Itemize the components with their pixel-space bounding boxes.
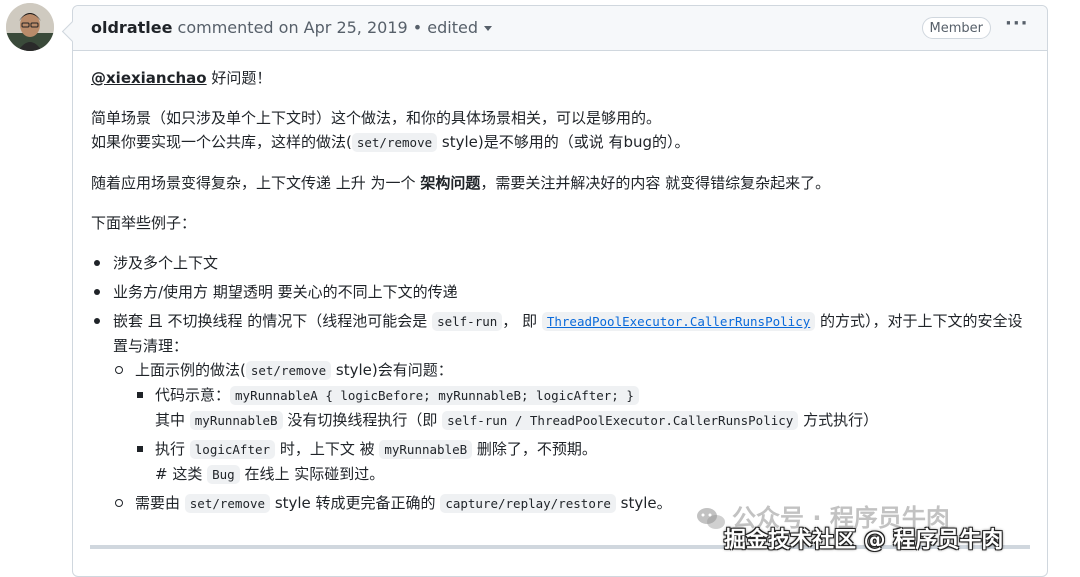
avatar[interactable] xyxy=(6,3,54,51)
inline-code: set/remove xyxy=(245,361,332,380)
divider xyxy=(90,545,1030,549)
list-item: 嵌套 且 不切换线程 的情况下（线程池可能会是 self-run， 即 Thre… xyxy=(91,309,1031,516)
text: style 转成更完备正确的 xyxy=(270,494,441,512)
sub-sub-list-item: 代码示意： myRunnableA { logicBefore; myRunnab… xyxy=(135,383,1031,433)
example-list: 涉及多个上下文 业务方/使用方 期望透明 要关心的不同上下文的传递 嵌套 且 不… xyxy=(91,251,1031,516)
inline-code: set/remove xyxy=(184,494,271,513)
sub-list: 上面示例的做法(set/remove style)会有问题： 代码示意： myRu… xyxy=(113,358,1031,516)
comment-header: oldratlee commented on Apr 25, 2019 • ed… xyxy=(73,6,1047,51)
inline-code: logicAfter xyxy=(189,440,276,459)
text: 其中 xyxy=(155,411,190,429)
caller-runs-policy-link[interactable]: ThreadPoolExecutor.CallerRunsPolicy xyxy=(541,312,816,331)
greeting-text: 好问题！ xyxy=(206,69,272,87)
text: 需要由 xyxy=(135,494,185,512)
text: 嵌套 且 不切换线程 的情况下（线程池可能会是 xyxy=(113,312,433,330)
sub-sub-list-item: 执行 logicAfter 时，上下文 被 myRunnableB 删除了，不预… xyxy=(135,437,1031,487)
mention-link[interactable]: @xiexianchao xyxy=(91,69,207,87)
edited-dropdown[interactable]: • edited xyxy=(412,18,493,37)
text: 在线上 实际碰到过。 xyxy=(239,465,385,483)
paragraph-2: 随着应用场景变得复杂，上下文传递 上升 为一个 架构问题，需要关注并解决好的内容… xyxy=(91,171,1031,195)
sub-list-item: 上面示例的做法(set/remove style)会有问题： 代码示意： myRu… xyxy=(113,358,1031,487)
paragraph-greeting: @xiexianchao 好问题！ xyxy=(91,66,1031,90)
inline-code: myRunnableB xyxy=(379,440,473,459)
text: style)会有问题： xyxy=(331,361,453,379)
comment-action: commented on xyxy=(177,18,299,37)
text: 随着应用场景变得复杂，上下文传递 上升 为一个 xyxy=(91,174,421,192)
text: 代码示意： xyxy=(155,386,231,404)
inline-code: self-run xyxy=(432,312,503,331)
text: 如果你要实现一个公共库，这样的做法( xyxy=(91,133,352,151)
text: 执行 xyxy=(155,440,190,458)
comment-date[interactable]: Apr 25, 2019 xyxy=(304,18,408,37)
member-badge: Member xyxy=(921,17,991,39)
inline-code: capture/replay/restore xyxy=(440,494,616,513)
text: style)是不够用的（或说 有bug的）。 xyxy=(437,133,690,151)
inline-code: set/remove xyxy=(351,133,438,152)
text: 方式执行） xyxy=(798,411,879,429)
text: 上面示例的做法( xyxy=(135,361,246,379)
bold-text: 架构问题 xyxy=(420,174,481,192)
comment-meta: oldratlee commented on Apr 25, 2019 • ed… xyxy=(91,18,493,37)
text: 删除了，不预期。 xyxy=(472,440,597,458)
list-item: 业务方/使用方 期望透明 要关心的不同上下文的传递 xyxy=(91,280,1031,304)
text: ， 即 xyxy=(502,312,542,330)
edited-label: • edited xyxy=(412,18,479,37)
paragraph-1-line-2: 如果你要实现一个公共库，这样的做法(set/remove style)是不够用的… xyxy=(91,130,1031,155)
inline-code: Bug xyxy=(207,465,240,484)
inline-code: myRunnableB xyxy=(189,411,283,430)
chevron-down-icon xyxy=(484,26,493,31)
inline-code: self-run / ThreadPoolExecutor.CallerRuns… xyxy=(442,411,799,430)
comment-box: oldratlee commented on Apr 25, 2019 • ed… xyxy=(72,5,1048,577)
more-options-icon[interactable]: ··· xyxy=(1005,15,1028,38)
text: ，需要关注并解决好的内容 就变得错综复杂起来了。 xyxy=(480,174,831,192)
text: style。 xyxy=(615,494,672,512)
text: 时，上下文 被 xyxy=(275,440,380,458)
sub-list-item: 需要由 set/remove style 转成更完备正确的 capture/re… xyxy=(113,491,1031,516)
list-item: 涉及多个上下文 xyxy=(91,251,1031,275)
paragraph-1-line-1: 简单场景（如只涉及单个上下文时）这个做法，和你的具体场景相关，可以是够用的。 xyxy=(91,109,662,127)
comment-body: @xiexianchao 好问题！ 简单场景（如只涉及单个上下文时）这个做法，和… xyxy=(91,66,1031,516)
text: 没有切换线程执行（即 xyxy=(282,411,443,429)
sub-sub-list: 代码示意： myRunnableA { logicBefore; myRunnab… xyxy=(135,383,1031,487)
inline-code: myRunnableA { logicBefore; myRunnableB; … xyxy=(230,386,639,405)
text: # 这类 xyxy=(155,465,208,483)
author-link[interactable]: oldratlee xyxy=(91,18,172,37)
paragraph-3: 下面举些例子： xyxy=(91,214,197,232)
